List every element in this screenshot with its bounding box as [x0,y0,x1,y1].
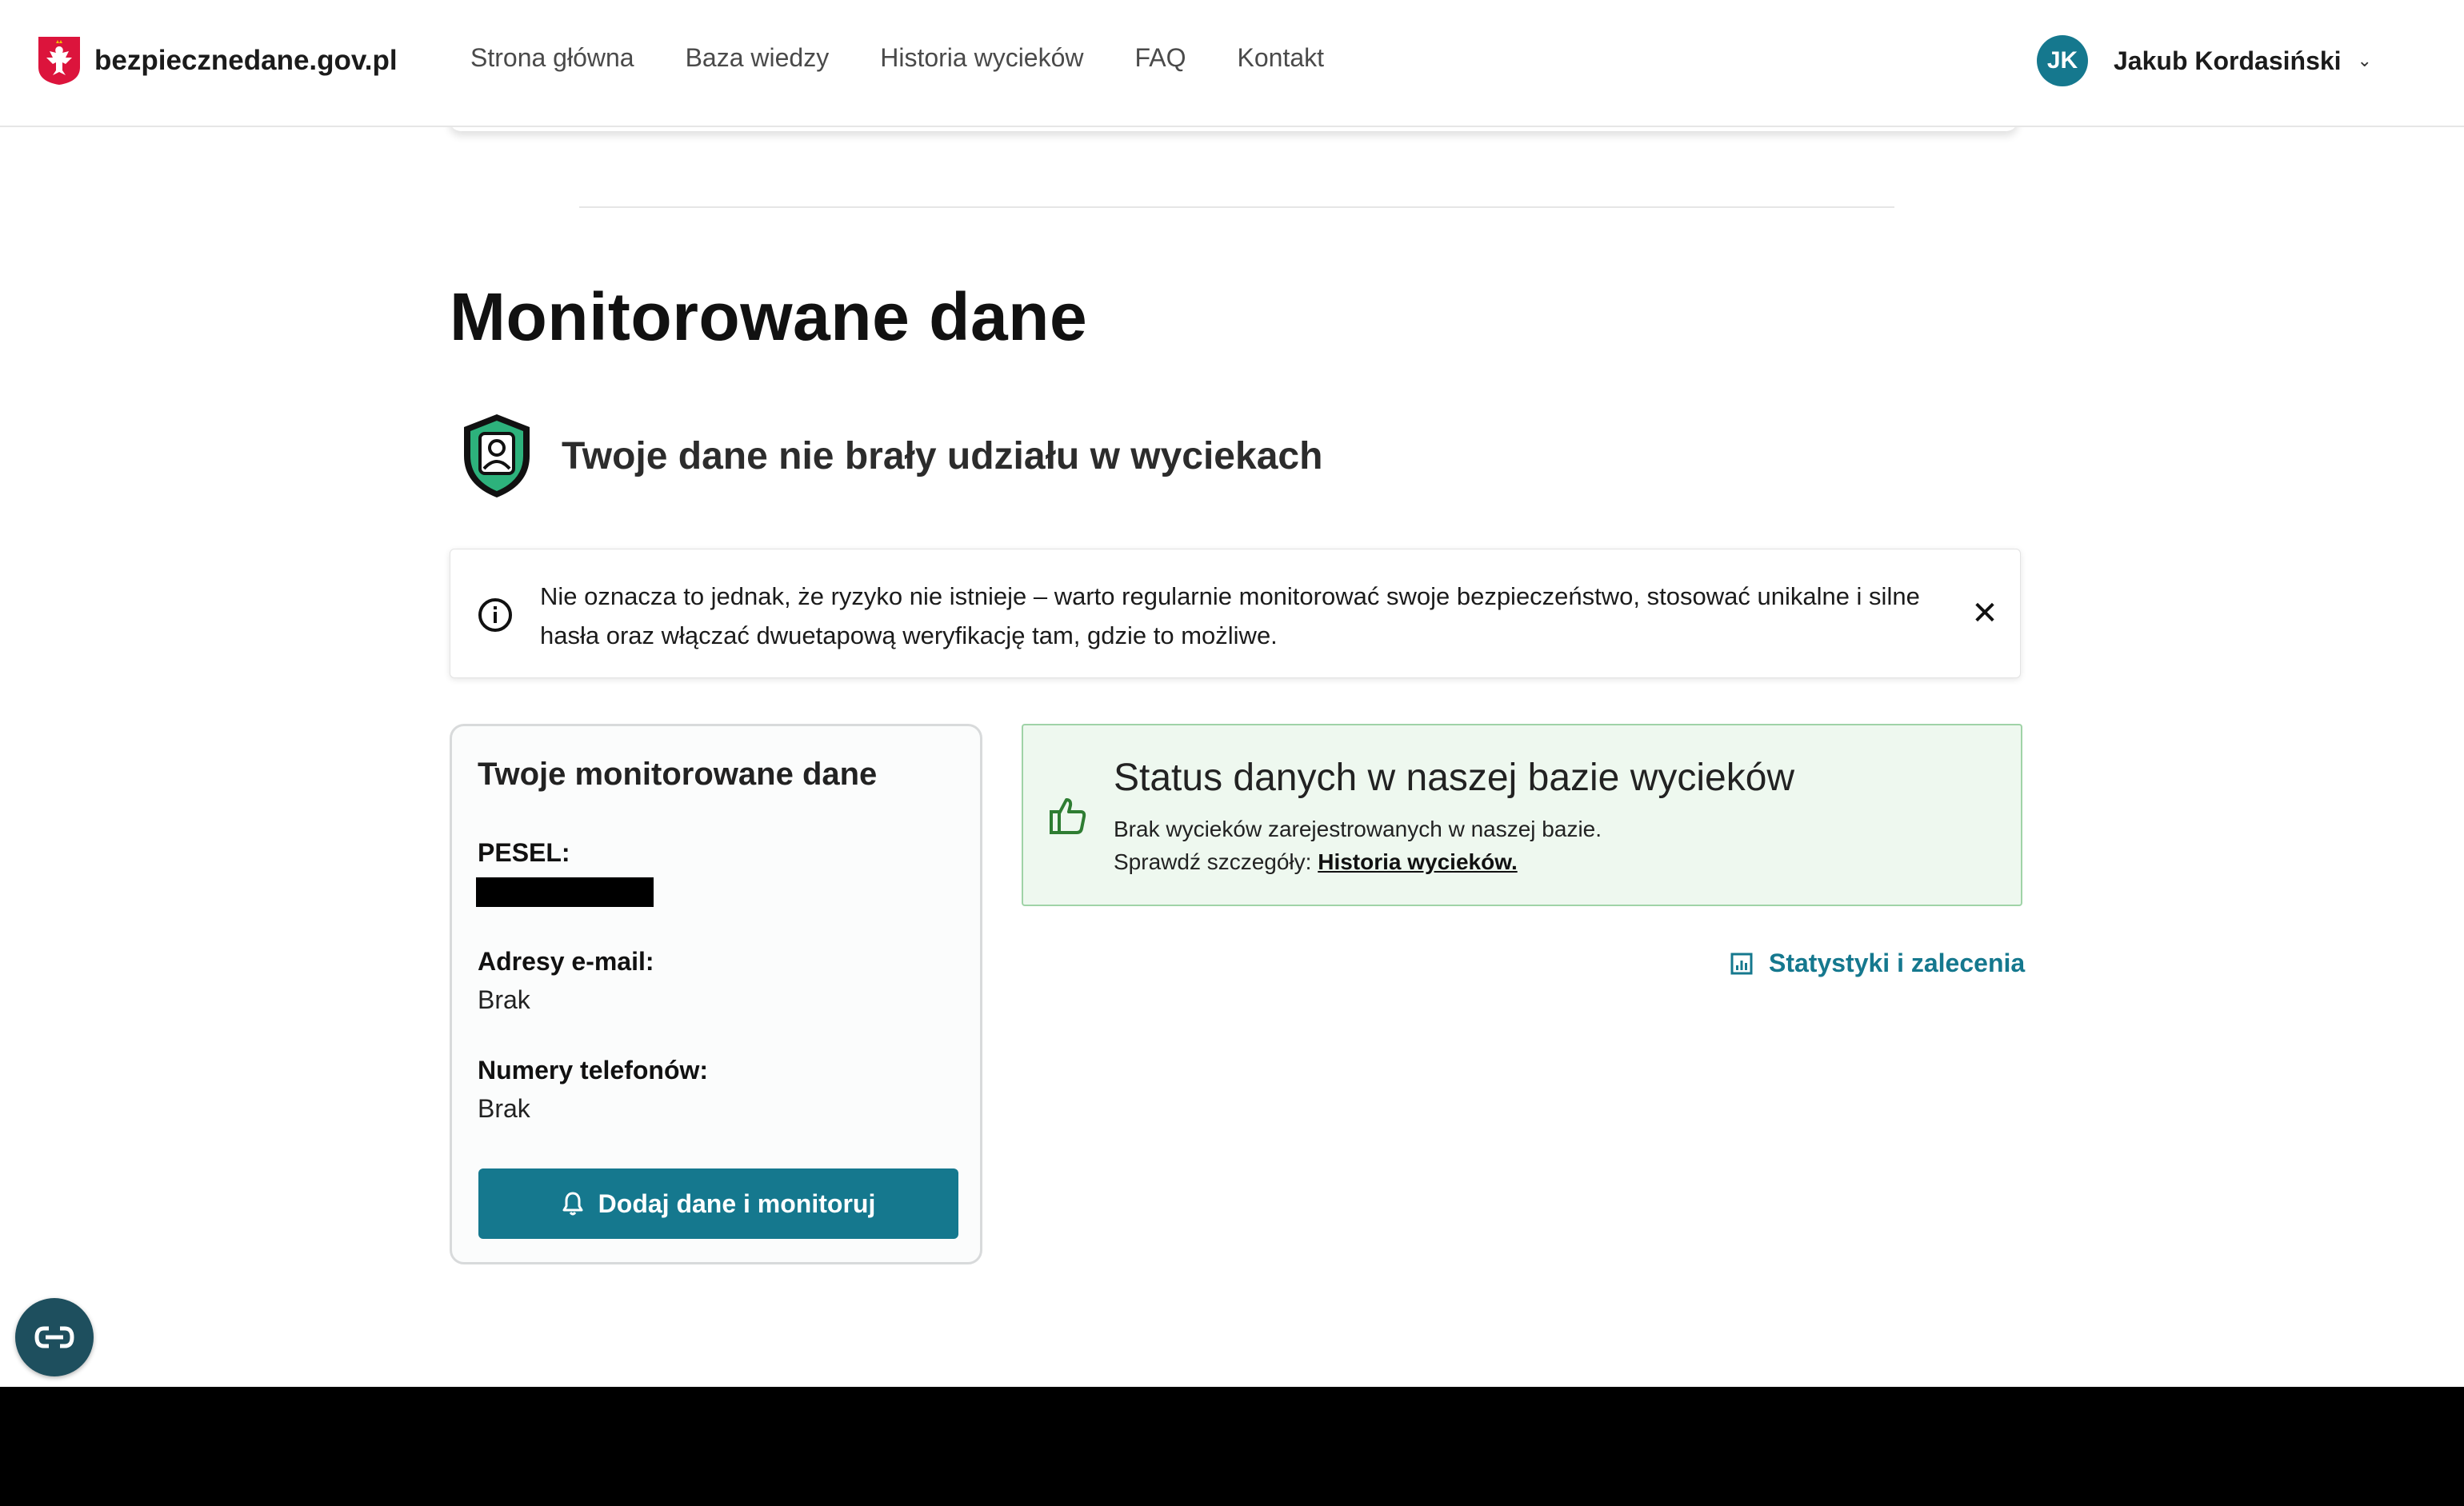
email-value: Brak [478,985,530,1014]
avatar[interactable]: JK [2037,35,2088,86]
accessibility-icon [34,1326,74,1348]
nav-leak-history[interactable]: Historia wycieków [880,43,1083,73]
phone-value: Brak [478,1094,530,1123]
poland-emblem-icon [38,37,80,85]
site-logo[interactable]: bezpiecznedane.gov.pl [37,35,398,86]
details-prefix: Sprawdź szczegóły: [1114,849,1312,874]
phone-label: Numery telefonów: [478,1056,709,1085]
statistics-link[interactable]: Statystyki i zalecenia [1730,949,2025,978]
status-box-text: Brak wycieków zarejestrowanych w naszej … [1114,817,1602,841]
chevron-down-icon[interactable]: ⌄ [2358,50,2372,71]
add-data-button-label: Dodaj dane i monitoruj [598,1188,876,1218]
chart-icon [1730,953,1753,974]
shield-user-icon [464,414,530,497]
footer [0,1387,2464,1506]
nav-contact[interactable]: Kontakt [1238,43,1325,73]
card-title: Twoje monitorowane dane [478,757,878,792]
leak-history-link[interactable]: Historia wycieków. [1318,849,1518,874]
thumbs-up-icon [1050,798,1086,834]
banner-text: Nie oznacza to jednak, że ryzyko nie ist… [540,582,1920,649]
accessibility-button[interactable] [15,1298,94,1376]
top-navigation-bar: bezpiecznedane.gov.pl Strona główna Baza… [0,0,2464,127]
add-data-button[interactable]: Dodaj dane i monitoruj [478,1168,958,1239]
leak-status-box: Status danych w naszej bazie wycieków Br… [1022,724,2022,906]
nav-home[interactable]: Strona główna [470,43,634,73]
status-heading-text: Twoje dane nie brały udziału w wyciekach [562,434,1323,477]
status-box-details: Sprawdź szczegóły: Historia wycieków. [1114,849,1518,875]
nav-faq[interactable]: FAQ [1135,43,1186,73]
pesel-label: PESEL: [478,838,570,867]
status-box-title: Status danych w naszej bazie wycieków [1114,757,1795,799]
site-name: bezpiecznedane.gov.pl [94,45,398,76]
info-banner: Nie oznacza to jednak, że ryzyko nie ist… [450,549,2021,678]
pesel-redacted-value [476,877,654,907]
user-menu[interactable]: JK Jakub Kordasiński ⌄ [2037,35,2372,86]
page-title: Monitorowane dane [450,279,1088,354]
monitored-data-card: Twoje monitorowane dane PESEL: Adresy e-… [450,724,982,1264]
statistics-link-label: Statystyki i zalecenia [1769,949,2026,977]
section-divider [579,206,1894,208]
close-icon[interactable]: ✕ [1967,596,2002,631]
user-name[interactable]: Jakub Kordasiński [2114,46,2342,76]
leak-status-heading: Twoje dane nie brały udziału w wyciekach [459,411,1322,501]
main-nav: Strona główna Baza wiedzy Historia wycie… [470,43,1375,73]
email-label: Adresy e-mail: [478,947,654,976]
nav-knowledge-base[interactable]: Baza wiedzy [686,43,830,73]
info-icon [478,598,512,632]
bell-icon [562,1192,583,1216]
